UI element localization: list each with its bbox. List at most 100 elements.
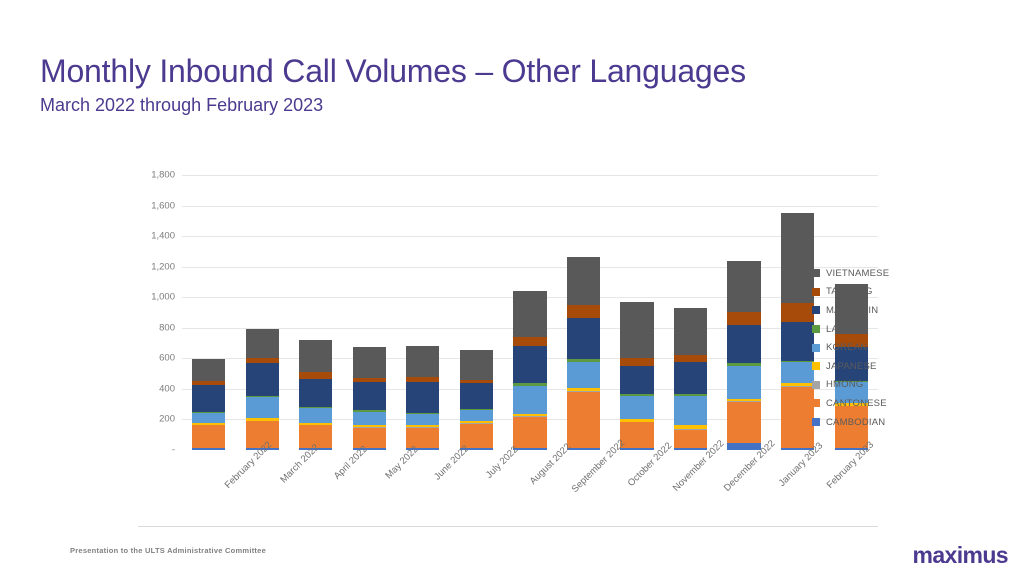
stacked-bar[interactable] <box>727 260 761 450</box>
x-axis-slot: September 2022 <box>570 438 627 510</box>
bar-segment-mandarin[interactable] <box>406 381 440 414</box>
bar-segment-mandarin[interactable] <box>727 325 761 364</box>
stacked-bar[interactable] <box>406 346 440 450</box>
bar-segment-korean[interactable] <box>781 362 815 383</box>
bar-segment-mandarin[interactable] <box>673 361 708 394</box>
bar-slot <box>450 175 504 450</box>
bar-segment-cantonese[interactable] <box>781 386 815 448</box>
bar-segment-cantonese[interactable] <box>352 427 386 449</box>
bar-segment-tagalog[interactable] <box>566 304 601 318</box>
bar-segment-korean[interactable] <box>245 396 279 419</box>
bar-segment-mandarin[interactable] <box>192 384 226 412</box>
bar-segment-vietnamese[interactable] <box>406 346 440 378</box>
bar-segment-vietnamese[interactable] <box>727 260 761 313</box>
bar-segment-mandarin[interactable] <box>513 345 547 384</box>
bar-segment-korean[interactable] <box>566 361 601 388</box>
bar-segment-tagalog[interactable] <box>620 358 654 367</box>
bar-segment-korean[interactable] <box>352 411 386 426</box>
bar-slot <box>664 175 718 450</box>
bar-segment-vietnamese[interactable] <box>192 358 226 382</box>
stacked-bar[interactable] <box>459 349 494 450</box>
bar-segment-vietnamese[interactable] <box>352 347 386 378</box>
stacked-bar[interactable] <box>620 302 654 450</box>
legend-item-japanese[interactable]: JAPANESE <box>812 357 889 376</box>
bar-segment-vietnamese[interactable] <box>459 349 494 380</box>
legend-item-label: LAOTIAN <box>826 323 869 335</box>
x-axis-slot: December 2022 <box>722 438 778 510</box>
chart-legend: VIETNAMESE TAGALOG MANDARIN LAOTIAN KOREAN JA… <box>812 264 889 431</box>
legend-item-cambodian[interactable]: CAMBODIAN <box>812 413 889 432</box>
chart-plot-area: -200 400 600 800 1,000 1,200 1,400 1,600 1,800 F… <box>151 170 878 495</box>
chart-x-axis: February 2022 March 2022 April 2022 May 202… <box>223 438 878 510</box>
bar-segment-vietnamese[interactable] <box>673 307 708 355</box>
bar-segment-cantonese[interactable] <box>727 401 761 444</box>
bar-segment-mandarin[interactable] <box>566 317 601 359</box>
bar-segment-cantonese[interactable] <box>513 416 547 448</box>
bar-segment-cambodian[interactable] <box>192 448 226 450</box>
bar-segment-cambodian[interactable] <box>727 443 761 450</box>
bar-segment-mandarin[interactable] <box>299 378 333 407</box>
bar-segment-cantonese[interactable] <box>673 429 708 449</box>
maximus-logo: maximus <box>912 542 1008 568</box>
x-axis-slot: July 2022 <box>477 444 527 510</box>
bar-segment-korean[interactable] <box>459 409 494 422</box>
bar-segment-mandarin[interactable] <box>459 382 494 409</box>
stacked-bar[interactable] <box>781 213 815 450</box>
bar-segment-vietnamese[interactable] <box>620 302 654 359</box>
legend-item-korean[interactable]: KOREAN <box>812 338 889 357</box>
legend-swatch-icon <box>812 306 820 315</box>
bar-segment-korean[interactable] <box>299 407 333 423</box>
bar-segment-korean[interactable] <box>513 386 547 414</box>
stacked-bar[interactable] <box>245 328 279 450</box>
bar-slot <box>343 175 397 450</box>
bar-segment-cantonese[interactable] <box>192 425 226 449</box>
x-axis-slot: November 2022 <box>671 438 727 510</box>
y-axis-tick-label: 1,200 <box>151 261 175 273</box>
bar-segment-tagalog[interactable] <box>727 312 761 326</box>
legend-item-label: KOREAN <box>826 342 868 354</box>
bar-segment-cantonese[interactable] <box>566 391 601 449</box>
legend-item-mandarin[interactable]: MANDARIN <box>812 301 889 320</box>
y-axis-tick-label: 1,600 <box>151 200 175 212</box>
legend-swatch-icon <box>812 418 820 427</box>
bar-segment-korean[interactable] <box>673 396 708 425</box>
bar-segment-mandarin[interactable] <box>245 362 279 396</box>
bar-segment-mandarin[interactable] <box>781 322 815 361</box>
chart-bars <box>182 175 878 450</box>
bar-segment-tagalog[interactable] <box>513 337 547 346</box>
legend-item-tagalog[interactable]: TAGALOG <box>812 283 889 302</box>
stacked-bar[interactable] <box>192 358 226 450</box>
x-axis-slot: January 2023 <box>777 440 828 510</box>
bar-segment-vietnamese[interactable] <box>513 290 547 338</box>
bar-slot <box>182 175 236 450</box>
legend-item-label: VIETNAMESE <box>826 267 890 279</box>
bar-segment-mandarin[interactable] <box>352 382 386 411</box>
x-axis-slot: October 2022 <box>626 440 677 510</box>
footer-note: Presentation to the ULTS Administrative … <box>70 546 267 555</box>
bar-segment-korean[interactable] <box>406 414 440 426</box>
bar-segment-mandarin[interactable] <box>620 366 654 394</box>
legend-item-laotian[interactable]: LAOTIAN <box>812 320 889 339</box>
legend-item-hmong[interactable]: HMONG <box>812 376 889 395</box>
bar-segment-vietnamese[interactable] <box>245 328 279 359</box>
y-axis-tick-label: 800 <box>159 322 175 334</box>
y-axis-tick-label: 1,800 <box>151 169 175 181</box>
x-axis-slot: August 2022 <box>527 441 577 510</box>
y-axis-tick-label: 400 <box>159 383 175 395</box>
bar-segment-vietnamese[interactable] <box>566 256 601 305</box>
legend-swatch-icon <box>812 325 820 334</box>
bar-segment-tagalog[interactable] <box>781 302 815 323</box>
bar-segment-korean[interactable] <box>192 412 226 423</box>
stacked-bar[interactable] <box>566 256 601 450</box>
stacked-bar[interactable] <box>352 347 386 450</box>
legend-item-cantonese[interactable]: CANTONESE <box>812 394 889 413</box>
bar-segment-vietnamese[interactable] <box>781 213 815 303</box>
legend-item-vietnamese[interactable]: VIETNAMESE <box>812 264 889 283</box>
stacked-bar[interactable] <box>673 307 708 450</box>
stacked-bar[interactable] <box>299 339 333 450</box>
bar-segment-korean[interactable] <box>727 365 761 399</box>
stacked-bar[interactable] <box>513 290 547 450</box>
bar-segment-vietnamese[interactable] <box>299 339 333 373</box>
bar-segment-korean[interactable] <box>620 395 654 420</box>
bar-segment-tagalog[interactable] <box>673 355 708 362</box>
